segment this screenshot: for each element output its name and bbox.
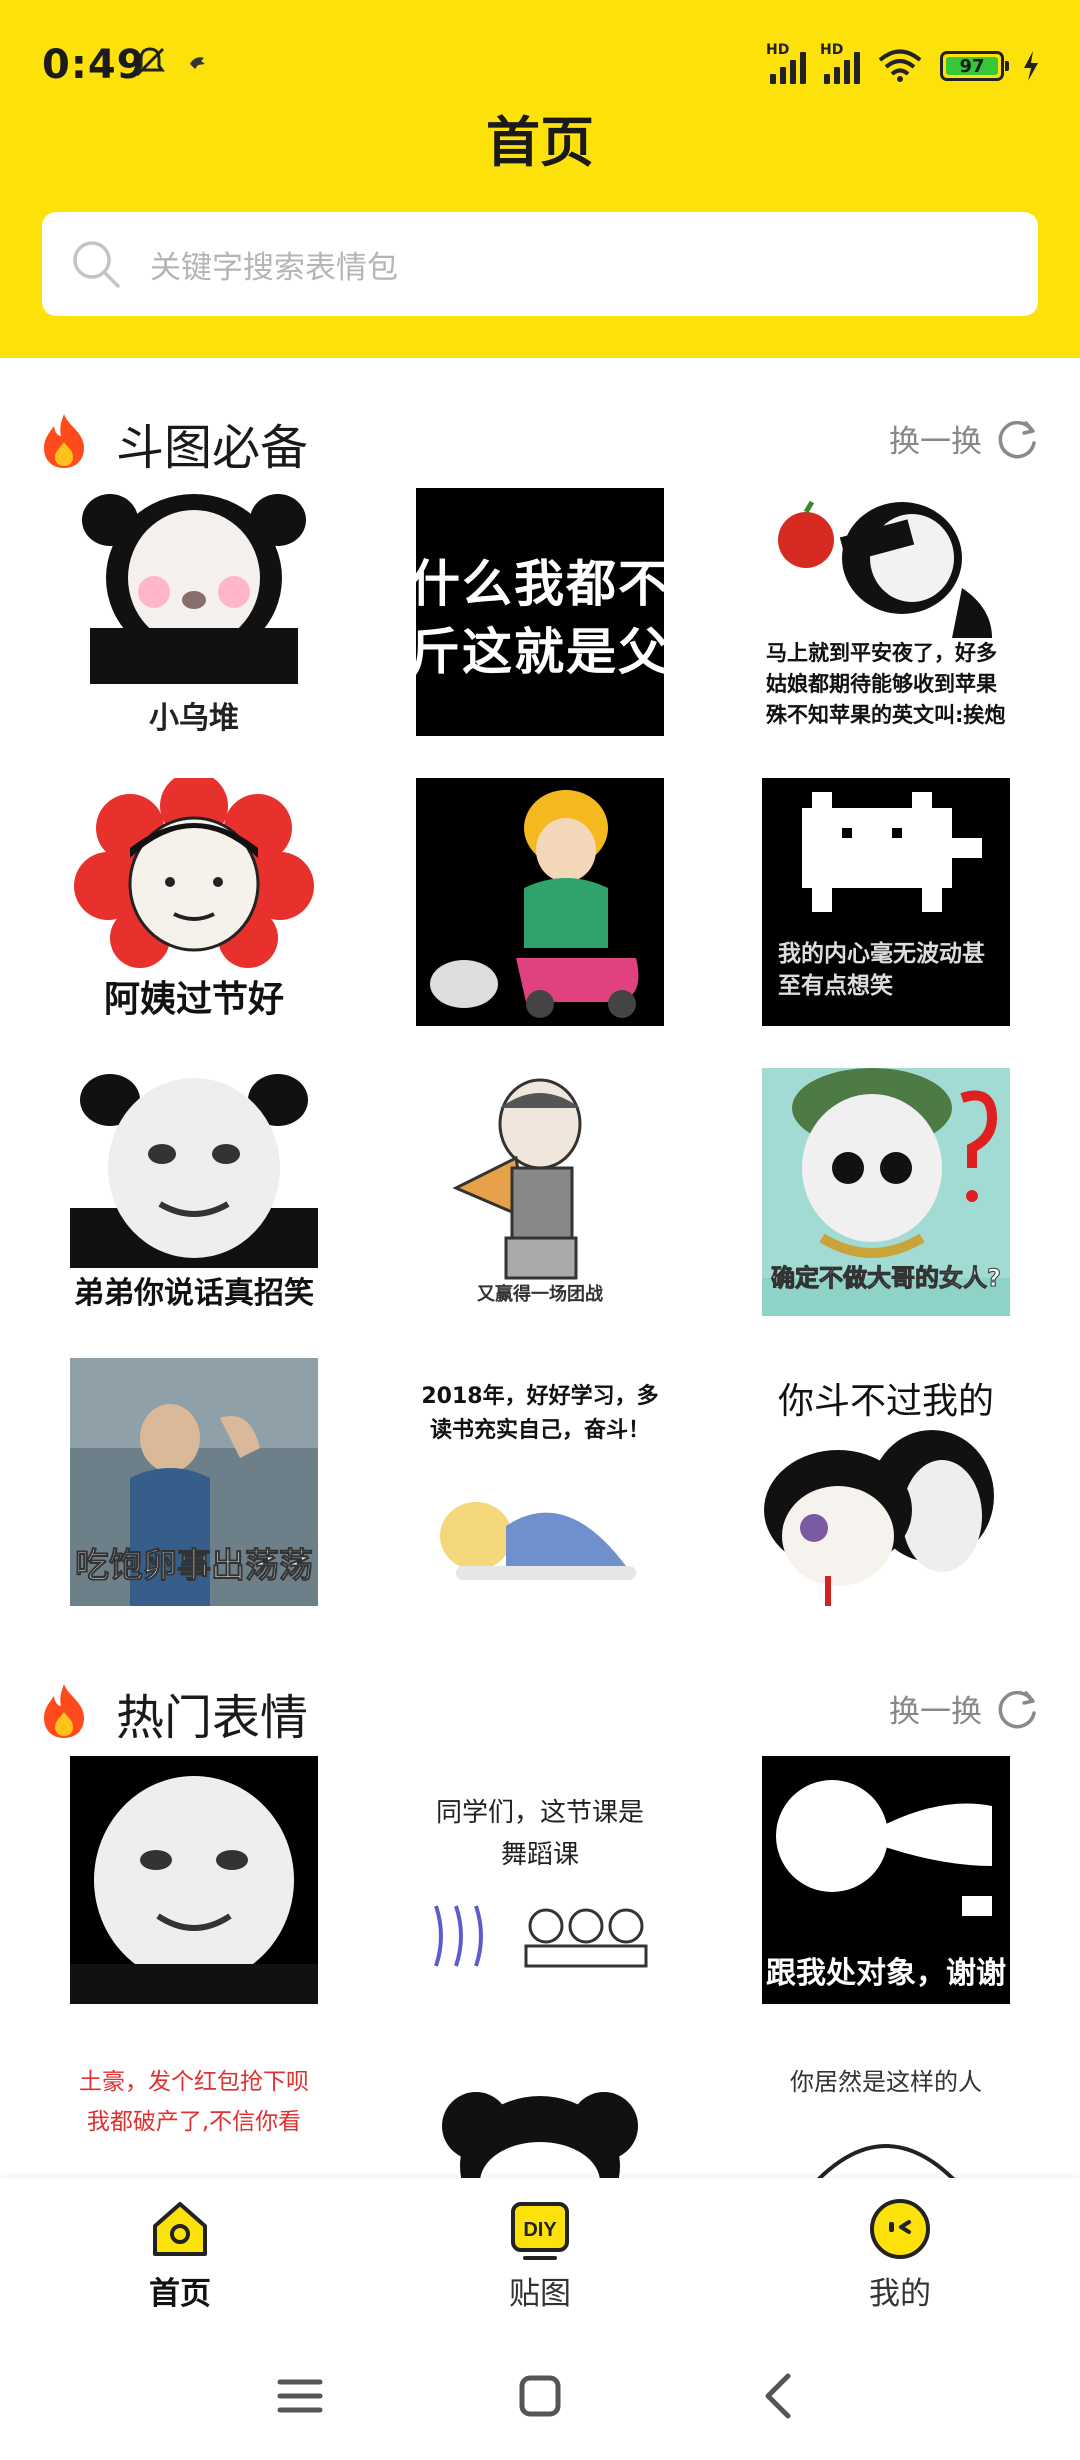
sticker-item[interactable]: 我的内心毫无波动甚至有点想笑 [762,778,1010,1026]
panda-face-image [70,1776,318,2004]
section-title: 斗图必备 [116,420,309,476]
sticker-caption: 同学们，这节课是舞蹈课 [435,1798,644,1870]
sticker-caption: 什么我都不 斤这就是父 [416,555,664,681]
status-time: 0:49 [42,42,146,88]
sticker-caption: 确定不做大哥的女人? [771,1264,1002,1293]
sticker-item[interactable] [416,778,664,1026]
system-navigation-bar [0,2328,1080,2460]
scooter-cartoon-image [430,790,639,1018]
sticker-item[interactable]: 阿姨过节好 [70,778,318,1026]
dance-class-image [434,1905,648,1968]
home-icon [153,2202,207,2256]
sticker-item[interactable]: 吃饱卵事出荡荡 [70,1358,318,1606]
svg-text:DIY: DIY [523,2219,557,2241]
panda-sunglasses-image [762,1068,1010,1278]
sticker-item[interactable]: 2018年，好好学习，多读书充实自己，奋斗！ [416,1358,664,1606]
refresh-button[interactable]: 换一换 [889,1686,1040,1731]
sticker-item[interactable]: 土豪，发个红包抢下呗 我都破产了,不信你看 [70,2046,318,2178]
sticker-caption: 吃饱卵事出荡荡 [75,1546,314,1587]
sticker-item[interactable]: 同学们，这节课是舞蹈课 [416,1756,664,2004]
sticker-caption: 我的内心毫无波动甚至有点想笑 [778,941,985,999]
section-header-doutu: 斗图必备 换一换 [0,398,1080,478]
nav-label: 首页 [149,2276,211,2312]
charging-bolt-icon [1024,51,1038,81]
notification-bird-icon [190,57,205,69]
nav-item-profile[interactable]: 我的 [800,2196,1000,2313]
fire-icon [44,414,84,468]
sticker-item[interactable]: 马上就到平安夜了，好多姑娘都期待能够收到苹果殊不知苹果的英文叫:挨炮 [762,488,1010,736]
menu-icon[interactable] [272,2368,328,2424]
bowl-cut-faces-image [764,1430,994,1606]
battery-indicator: 97 [940,51,1009,81]
nav-item-home[interactable]: 首页 [80,2196,280,2313]
page-title: 首页 [486,111,594,174]
profile-face-icon [870,2199,930,2259]
fire-icon [44,1684,84,1738]
sticker-caption: 小乌堆 [149,701,239,736]
nav-label: 我的 [869,2276,931,2312]
wifi-icon [878,49,922,82]
refresh-label: 换一换 [889,1694,982,1730]
sticker-caption: 土豪，发个红包抢下呗 我都破产了,不信你看 [79,2069,309,2135]
sticker-caption: 你斗不过我的 [777,1381,994,1422]
search-input[interactable]: 关键字搜索表情包 [42,212,1038,316]
sticker-item[interactable]: 确定不做大哥的女人? [762,1068,1010,1316]
top-header: 0:49 HD HD 97 首页 关键字搜索表情包 [0,0,1080,358]
sticker-caption: 2018年，好好学习，多读书充实自己，奋斗！ [421,1384,659,1443]
diy-icon: DIY [511,2202,569,2260]
sticker-caption: 跟我处对象，谢谢 [766,1956,1006,1991]
panda-face-image [70,1074,318,1268]
sticker-item[interactable]: 又赢得一场团战 [416,1068,664,1316]
sticker-item[interactable] [70,1756,318,2004]
section-title: 热门表情 [116,1690,309,1746]
sticker-item[interactable]: 弟弟你说话真招笑 [70,1068,318,1316]
panda-apple-image [778,500,992,638]
sticker-caption: 马上就到平安夜了，好多姑娘都期待能够收到苹果殊不知苹果的英文叫:挨炮 [766,641,1006,727]
refresh-button[interactable]: 换一换 [889,416,1040,461]
sticker-item[interactable]: 你斗不过我的 [762,1358,1010,1606]
bun-girl-image [442,2092,638,2178]
trumpet-face-image [776,1780,992,1916]
section-header-hot: 热门表情 换一换 [0,1668,1080,1748]
signal-strength-icon: HD [766,42,806,84]
refresh-icon [998,1690,1036,1728]
search-placeholder: 关键字搜索表情包 [150,249,398,286]
sticker-item[interactable]: 你居然是这样的人 [762,2046,1010,2178]
sticker-caption: 你居然是这样的人 [790,2068,982,2096]
signal-strength-icon-2: HD [820,42,860,84]
fan-man-image [452,1078,582,1280]
back-icon[interactable] [752,2368,808,2424]
cat-sleeping-image [440,1502,636,1580]
mute-icon [135,47,165,77]
sticker-item[interactable]: 小乌堆 [70,488,318,736]
sticker-caption: 又赢得一场团战 [477,1284,603,1305]
nav-label: 贴图 [509,2276,571,2312]
nav-item-stickers[interactable]: DIY 贴图 [440,2196,640,2313]
refresh-icon [998,420,1036,458]
battery-level: 97 [946,56,998,77]
sticker-item[interactable] [416,2046,664,2178]
sticker-item[interactable]: 什么我都不 斤这就是父 [416,488,664,736]
bottom-navigation: 首页 DIY 贴图 我的 [0,2178,1080,2328]
panda-face-image [82,494,306,684]
sticker-caption: 阿姨过节好 [103,979,284,1020]
pixel-dog-image [802,792,982,912]
home-square-icon[interactable] [512,2368,568,2424]
flower-girl-image [74,778,314,968]
search-icon [73,241,120,288]
cartoon-face-image [817,2144,955,2178]
refresh-label: 换一换 [889,424,982,460]
sticker-caption: 弟弟你说话真招笑 [74,1276,314,1311]
sticker-item[interactable]: 跟我处对象，谢谢 [762,1756,1010,2004]
